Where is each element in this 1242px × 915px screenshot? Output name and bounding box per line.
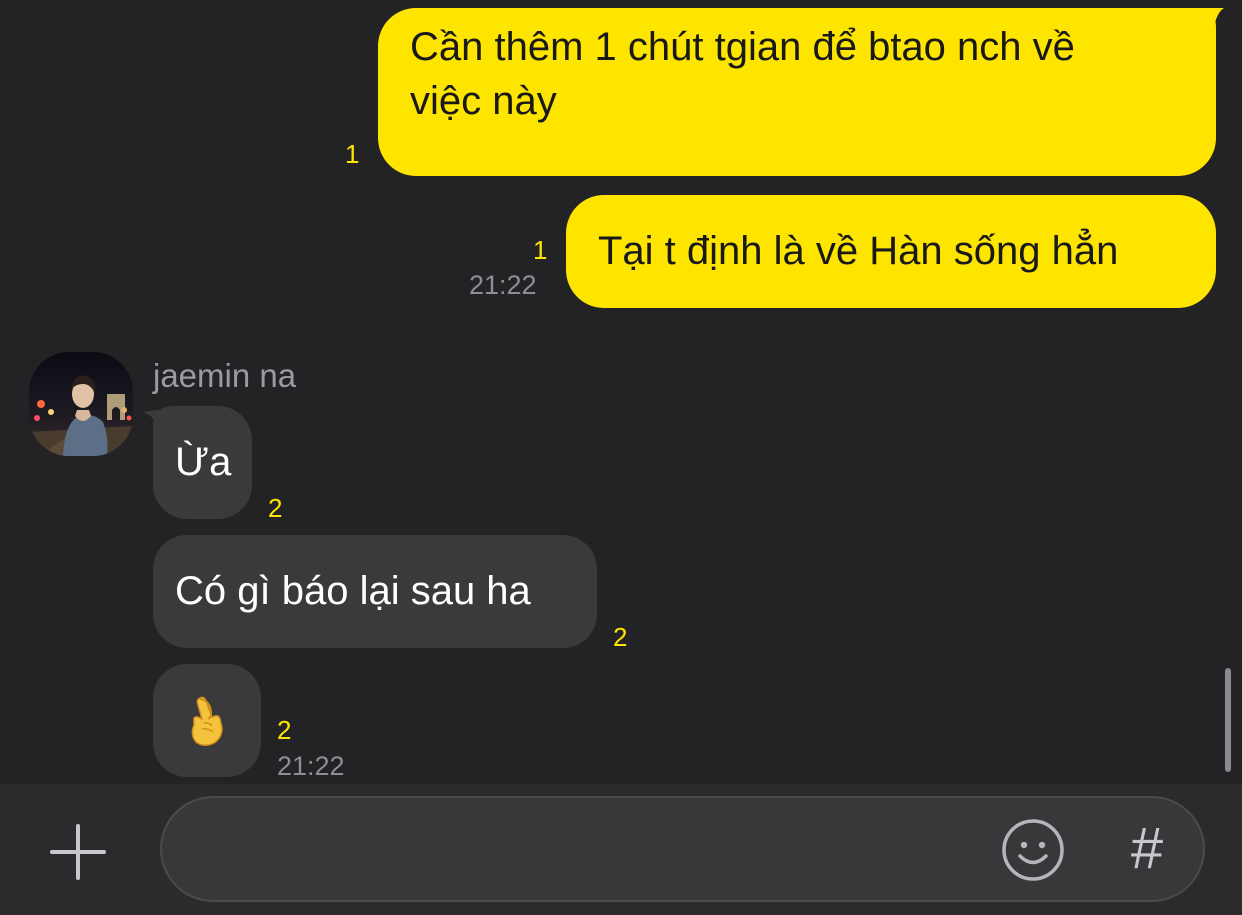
sender-name[interactable]: jaemin na <box>153 358 296 394</box>
message-timestamp: 21:22 <box>277 751 345 781</box>
outgoing-message-2[interactable]: Tại t định là về Hàn sống hẳn <box>566 195 1216 308</box>
read-count: 1 <box>345 139 360 169</box>
incoming-message-1[interactable]: Ừa <box>153 406 252 519</box>
message-text: Có gì báo lại sau ha <box>175 569 531 613</box>
incoming-message-2[interactable]: Có gì báo lại sau ha <box>153 535 597 648</box>
outgoing-message-1[interactable]: Cần thêm 1 chút tgian để btao nch về việ… <box>378 8 1216 176</box>
incoming-message-3[interactable] <box>153 664 261 777</box>
plus-icon <box>50 824 106 880</box>
message-field[interactable]: # <box>160 796 1205 902</box>
read-count: 2 <box>277 715 292 745</box>
crossed-fingers-emoji-icon <box>191 696 223 746</box>
message-text: Ừa <box>175 440 232 484</box>
message-timestamp: 21:22 <box>469 270 537 300</box>
smiley-icon <box>1002 819 1064 881</box>
message-input[interactable] <box>192 818 996 880</box>
read-count: 2 <box>268 493 283 523</box>
message-text-line-1: Cần thêm 1 chút tgian để btao nch về <box>410 25 1075 69</box>
message-text: Tại t định là về Hàn sống hẳn <box>598 229 1119 273</box>
scrollbar-thumb[interactable] <box>1225 668 1231 772</box>
read-count: 1 <box>533 235 548 265</box>
message-input-bar: # <box>0 784 1242 915</box>
profile-photo-icon <box>29 352 133 456</box>
read-count: 2 <box>613 622 628 652</box>
emoji-button[interactable] <box>1000 817 1066 883</box>
add-attachment-button[interactable] <box>40 814 116 890</box>
sender-avatar[interactable] <box>29 352 133 456</box>
message-text-line-2: việc này <box>410 79 557 123</box>
hashtag-button[interactable]: # <box>1122 812 1172 886</box>
